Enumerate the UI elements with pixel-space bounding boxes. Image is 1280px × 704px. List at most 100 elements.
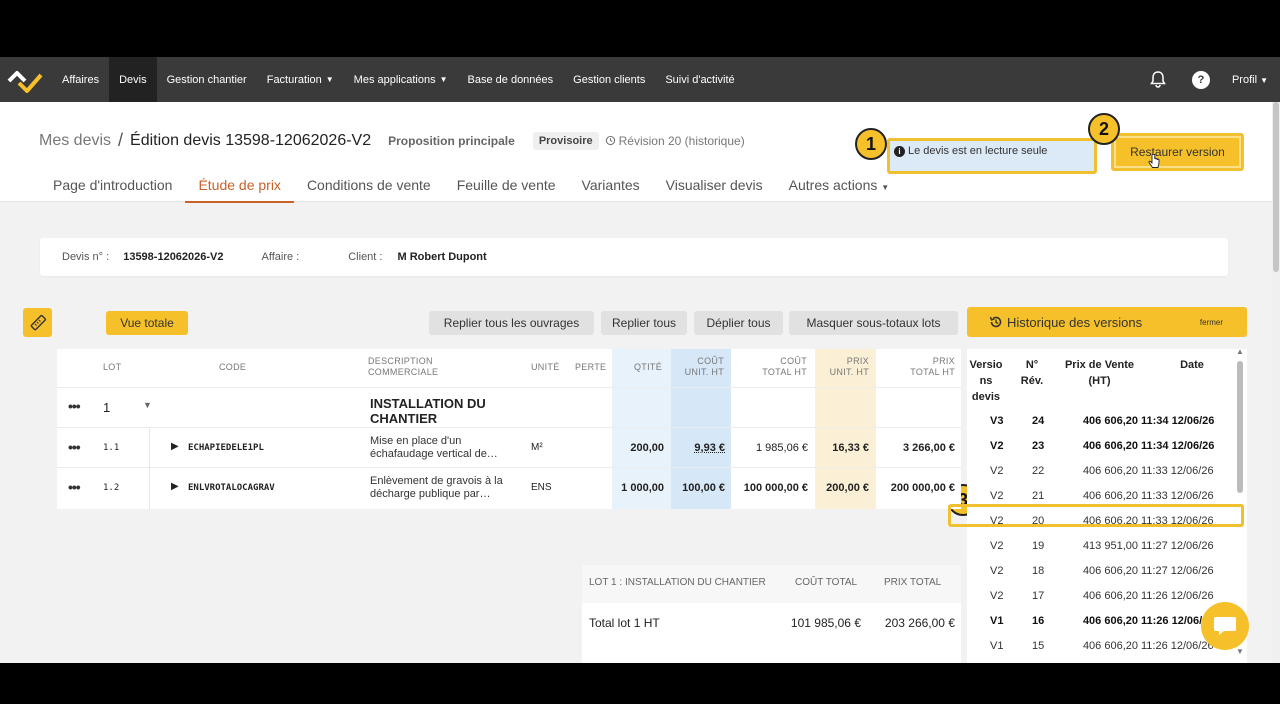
readonly-text: Le devis est en lecture seule	[908, 145, 1048, 157]
button-label: Replier tous	[611, 316, 677, 330]
header-line: PRIX	[932, 356, 955, 366]
chat-button[interactable]	[1201, 602, 1249, 650]
hist-col-prix: Prix de Vente (HT)	[1057, 357, 1142, 389]
row-qtite[interactable]: 200,00	[612, 442, 664, 454]
history-row[interactable]: V2 17 406 606,20 11:26 12/06/26	[967, 584, 1242, 609]
tab-label: Variantes	[581, 177, 640, 193]
ruler-button[interactable]	[23, 308, 52, 337]
row-cout-unit[interactable]: 9,93 €	[671, 442, 725, 454]
nav-gestion-chantier[interactable]: Gestion chantier	[157, 57, 257, 102]
row-qtite[interactable]: 1 000,00	[612, 482, 664, 494]
nav-gestion-clients[interactable]: Gestion clients	[563, 57, 655, 102]
header-line: TOTAL HT	[910, 367, 955, 377]
tab-page-introduction[interactable]: Page d'introduction	[40, 177, 185, 203]
row-prix-unit[interactable]: 16,33 €	[815, 442, 869, 454]
historique-close-link[interactable]: fermer	[1200, 318, 1223, 327]
hist-date: 11:27 12/06/26	[1141, 540, 1214, 552]
page-header: Mes devis / Édition devis 13598-12062026…	[0, 102, 1272, 203]
page-scrollbar[interactable]	[1272, 102, 1280, 663]
history-row[interactable]: V2 22 406 606,20 11:33 12/06/26	[967, 459, 1242, 484]
col-header-description: DESCRIPTION COMMERCIALE	[368, 356, 438, 378]
chat-icon	[1214, 617, 1236, 635]
top-navbar: Affaires Devis Gestion chantier Facturat…	[0, 57, 1280, 102]
tab-feuille-de-vente[interactable]: Feuille de vente	[444, 177, 569, 203]
hist-prix: 406 606,20	[1082, 440, 1138, 452]
nav-devis[interactable]: Devis	[109, 57, 157, 102]
more-actions-icon[interactable]: •••	[68, 479, 81, 495]
totals-cout-header: COÛT TOTAL	[795, 577, 858, 588]
row-lot: 1.1	[103, 443, 120, 453]
totals-prix-header: PRIX TOTAL	[884, 577, 942, 588]
tab-visualiser-devis[interactable]: Visualiser devis	[653, 177, 776, 203]
col-header-unite: UNITÉ	[531, 362, 560, 372]
help-icon[interactable]: ?	[1191, 70, 1210, 89]
col-header-cout-unit: COÛT UNIT. HT	[680, 356, 724, 378]
scroll-down-arrow-icon[interactable]: ▼	[1236, 647, 1244, 656]
totals-header: LOT 1 : INSTALLATION DU CHANTIER COÛT TO…	[582, 565, 961, 603]
row-cout-unit[interactable]: 100,00 €	[671, 482, 725, 494]
hist-prix: 406 606,20	[1082, 565, 1138, 577]
table-row[interactable]: ••• 1.1 ▶ ECHAPIEDELE1PL Mise en place d…	[57, 427, 961, 468]
app-window: Affaires Devis Gestion chantier Facturat…	[0, 57, 1280, 663]
nav-affaires[interactable]: Affaires	[52, 57, 109, 102]
table-row[interactable]: ••• 1.2 ▶ ENLVROTALOCAGRAV Enlèvement de…	[57, 467, 961, 510]
hist-prix: 406 606,20	[1082, 465, 1138, 477]
masquer-sous-totaux-button[interactable]: Masquer sous-totaux lots	[789, 311, 958, 335]
replier-ouvrages-button[interactable]: Replier tous les ouvrages	[429, 311, 594, 335]
row-code: ECHAPIEDELE1PL	[188, 443, 264, 453]
deplier-tous-button[interactable]: Déplier tous	[694, 311, 783, 335]
hist-prix: 406 606,20	[1082, 615, 1138, 627]
nav-label: Devis	[119, 73, 147, 86]
app-logo[interactable]	[0, 57, 52, 102]
devis-number-label: Devis n° :	[62, 251, 110, 263]
col-header-cout-total: COÛT TOTAL HT	[757, 356, 807, 378]
lot-title: INSTALLATION DU CHANTIER	[370, 396, 486, 426]
historique-title: Historique des versions	[1007, 314, 1143, 330]
row-description: Enlèvement de gravois à la décharge publ…	[370, 475, 503, 500]
more-actions-icon[interactable]: •••	[68, 398, 81, 414]
tab-label: Visualiser devis	[665, 177, 763, 193]
page-scrollbar-thumb[interactable]	[1273, 102, 1279, 272]
bell-icon[interactable]	[1148, 70, 1168, 90]
history-icon	[989, 316, 1002, 328]
breadcrumb-root[interactable]: Mes devis	[39, 132, 111, 150]
col-header-qtite: QTITÉ	[634, 362, 662, 372]
restore-version-button[interactable]: Restaurer version	[1111, 133, 1244, 171]
revision-link[interactable]: Révision 20 (historique)	[605, 134, 745, 148]
button-label: Replier tous les ouvrages	[443, 316, 580, 330]
history-row[interactable]: V2 23 406 606,20 11:34 12/06/26	[967, 434, 1242, 459]
vue-totale-button[interactable]: Vue totale	[106, 311, 188, 335]
hist-version: V3	[990, 415, 1004, 427]
history-row[interactable]: V2 19 413 951,00 11:27 12/06/26	[967, 534, 1242, 559]
more-actions-icon[interactable]: •••	[68, 439, 81, 455]
row-prix-unit[interactable]: 200,00 €	[815, 482, 869, 494]
profile-menu[interactable]: Profil ▼	[1232, 74, 1268, 86]
header-line: Versio	[969, 359, 1003, 371]
lot-group-row[interactable]: ••• 1 ▼ INSTALLATION DU CHANTIER	[57, 387, 961, 427]
nav-mes-applications[interactable]: Mes applications ▼	[344, 57, 458, 102]
tab-conditions-de-vente[interactable]: Conditions de vente	[294, 177, 444, 203]
expand-caret-icon[interactable]: ▶	[171, 481, 179, 492]
history-row[interactable]: V2 18 406 606,20 11:27 12/06/26	[967, 559, 1242, 584]
historique-versions-header[interactable]: Historique des versions fermer	[967, 307, 1247, 337]
history-row[interactable]: V1 15 406 606,20 11:26 12/06/26	[967, 634, 1242, 659]
replier-tous-button[interactable]: Replier tous	[601, 311, 687, 335]
tab-etude-de-prix[interactable]: Étude de prix	[185, 177, 294, 203]
totals-lot-title: LOT 1 : INSTALLATION DU CHANTIER	[589, 577, 766, 588]
tab-autres-actions[interactable]: Autres actions ▼	[776, 177, 903, 203]
hist-date: 11:26 12/06/26	[1141, 640, 1214, 652]
expand-caret-icon[interactable]: ▶	[171, 441, 179, 452]
collapse-caret-icon[interactable]: ▼	[143, 400, 152, 410]
scroll-up-arrow-icon[interactable]: ▲	[1236, 347, 1244, 356]
hist-prix: 406 606,20	[1082, 590, 1138, 602]
hist-prix: 413 951,00	[1082, 540, 1138, 552]
tab-variantes[interactable]: Variantes	[569, 177, 653, 203]
nav-facturation[interactable]: Facturation ▼	[257, 57, 344, 102]
nav-base-de-donnees[interactable]: Base de données	[458, 57, 564, 102]
history-row[interactable]: V3 24 406 606,20 11:34 12/06/26	[967, 409, 1242, 434]
row-prix-total: 200 000,00 €	[890, 482, 955, 494]
history-scrollbar[interactable]	[1237, 361, 1243, 493]
chevron-down-icon: ▼	[325, 75, 334, 84]
profile-label: Profil	[1231, 73, 1258, 86]
nav-suivi-activite[interactable]: Suivi d'activité	[655, 57, 744, 102]
